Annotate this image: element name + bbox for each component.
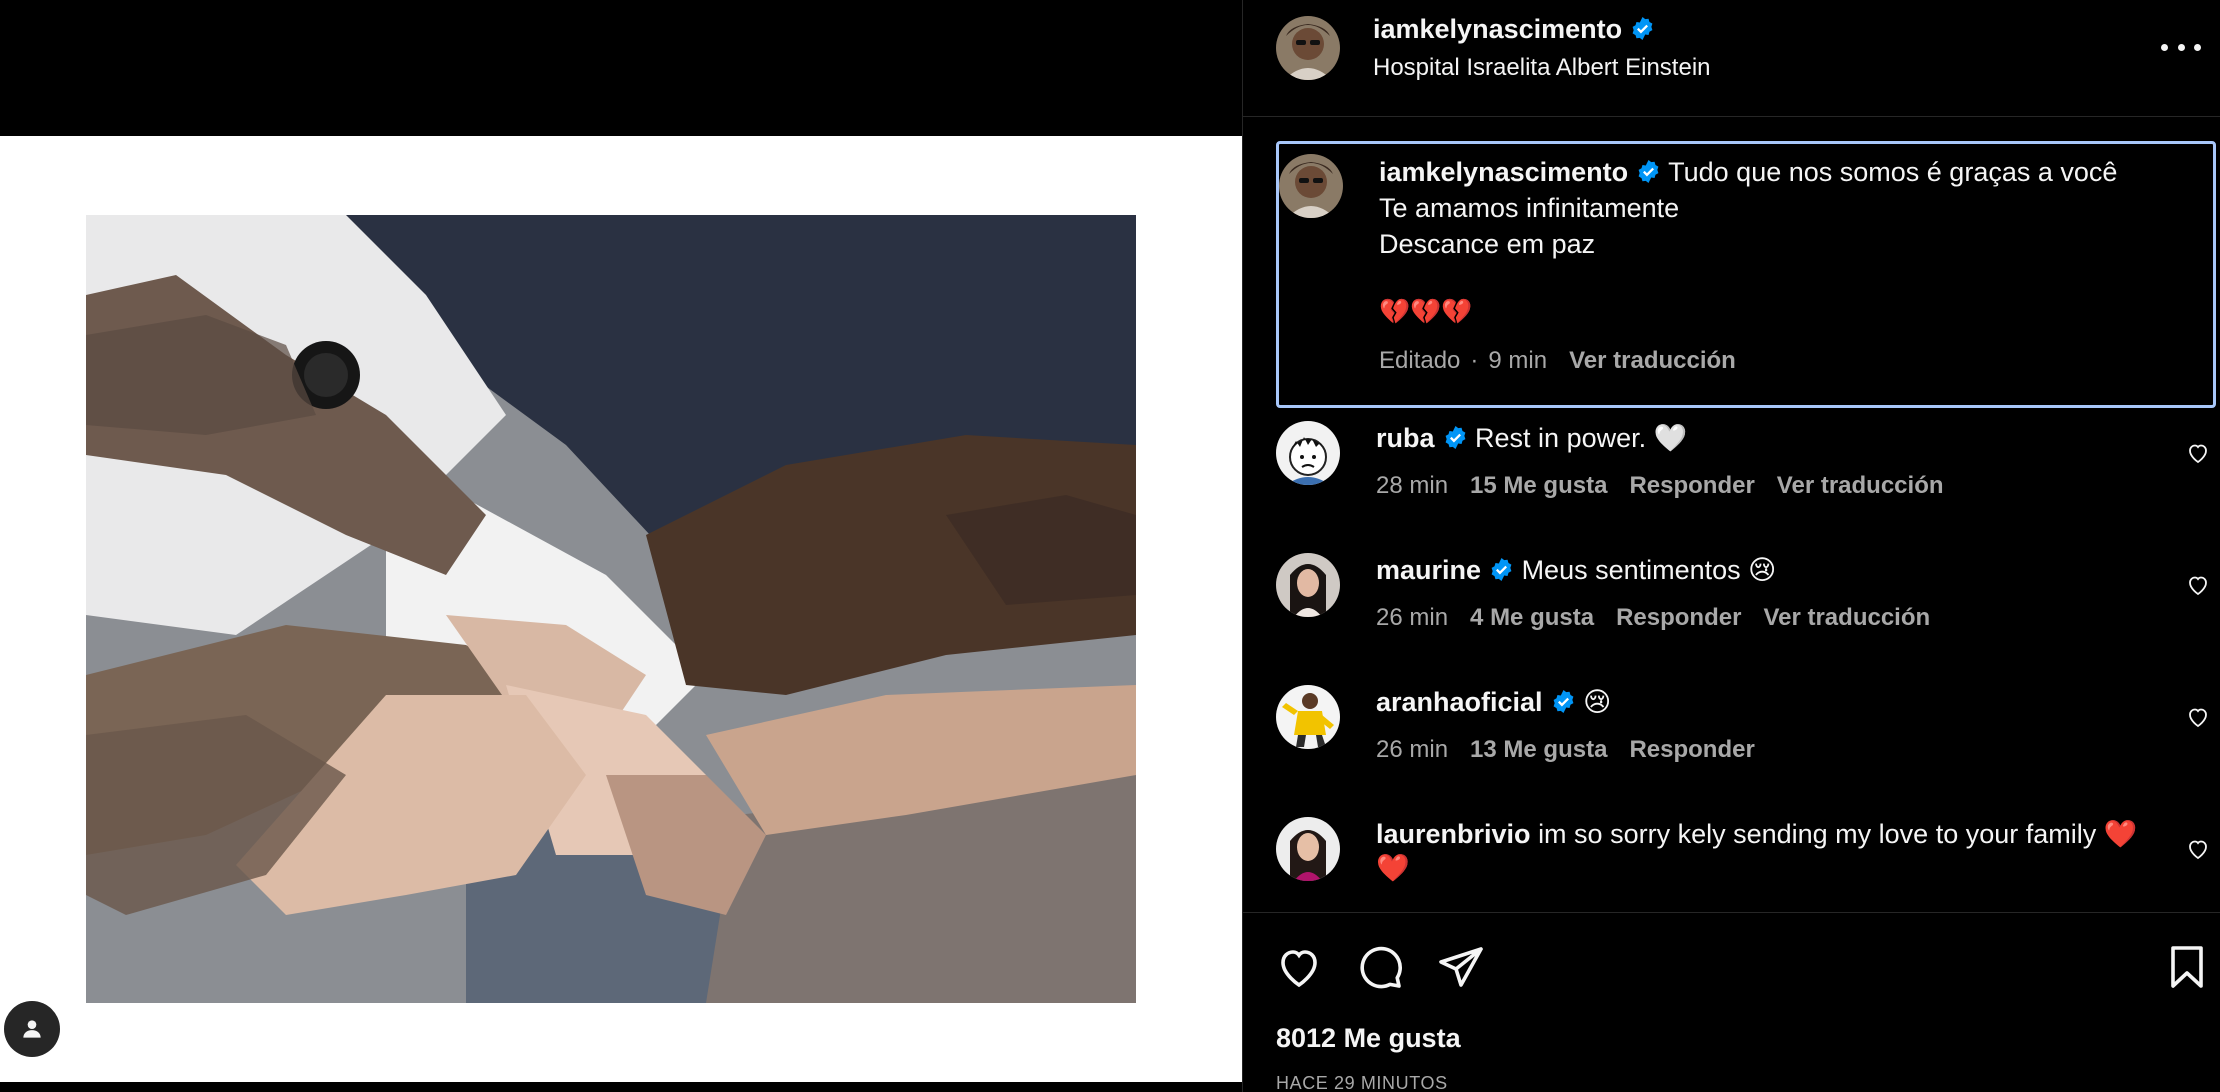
comment-meta: 28 min 15 Me gusta Responder Ver traducción bbox=[1376, 472, 1944, 500]
comment-username[interactable]: maurine bbox=[1376, 555, 1481, 585]
heart-outline-icon bbox=[2189, 576, 2207, 596]
comment-meta: 26 min 13 Me gusta Responder bbox=[1376, 736, 1755, 764]
comment-text: ruba Rest in power. 🤍 bbox=[1376, 421, 2166, 455]
post-photo[interactable] bbox=[86, 215, 1136, 1003]
verified-badge-icon bbox=[1632, 17, 1653, 40]
translate-button[interactable]: Ver traducción bbox=[1777, 472, 1944, 499]
heart-outline-icon bbox=[2189, 840, 2207, 860]
reply-button[interactable]: Responder bbox=[1616, 604, 1741, 631]
comment-avatar[interactable] bbox=[1276, 685, 1340, 749]
person-icon bbox=[23, 1020, 41, 1038]
more-options-button[interactable] bbox=[2161, 30, 2201, 64]
tagged-users-button[interactable] bbox=[4, 1001, 60, 1057]
edited-label: Editado bbox=[1379, 347, 1461, 374]
more-dot-icon bbox=[2161, 43, 2168, 51]
reply-button[interactable]: Responder bbox=[1629, 736, 1754, 763]
comment-like-button[interactable] bbox=[2186, 573, 2210, 597]
save-button[interactable] bbox=[2163, 943, 2211, 991]
comment-avatar[interactable] bbox=[1276, 421, 1340, 485]
heart-icon bbox=[1281, 950, 1317, 988]
verified-badge-icon bbox=[1553, 690, 1573, 713]
comment-likes[interactable]: 4 Me gusta bbox=[1470, 604, 1594, 631]
comment-body: Meus sentimentos 😢 bbox=[1521, 555, 1777, 585]
caption: iamkelynascimento Tudo que nos somos é g… bbox=[1276, 141, 2216, 408]
comment-username[interactable]: laurenbrivio bbox=[1376, 819, 1531, 849]
comment-likes[interactable]: 15 Me gusta bbox=[1470, 472, 1607, 499]
more-dot-icon bbox=[2194, 43, 2201, 51]
comment-text: laurenbrivio im so sorry kely sending my… bbox=[1376, 817, 2166, 885]
comment-avatar[interactable] bbox=[1276, 553, 1340, 617]
comment-likes[interactable]: 13 Me gusta bbox=[1470, 736, 1607, 763]
verified-badge-icon bbox=[1638, 160, 1659, 183]
share-button[interactable] bbox=[1437, 943, 1485, 991]
more-dot-icon bbox=[2177, 43, 2185, 51]
caption-line: Te amamos infinitamente bbox=[1379, 193, 1680, 223]
translate-button[interactable]: Ver traducción bbox=[1763, 604, 1930, 631]
comment-body: 😢 bbox=[1583, 687, 1612, 717]
translate-button[interactable]: Ver traducción bbox=[1569, 347, 1736, 374]
comment-like-button[interactable] bbox=[2186, 837, 2210, 861]
caption-line: Descance em paz bbox=[1379, 229, 1596, 259]
verified-badge-icon bbox=[1445, 426, 1465, 449]
caption-avatar[interactable] bbox=[1279, 154, 1343, 218]
comment-button[interactable] bbox=[1356, 943, 1404, 991]
post-header: iamkelynascimento Hospital Israelita Alb… bbox=[1243, 0, 2220, 117]
comment-like-button[interactable] bbox=[2186, 705, 2210, 729]
caption-line: Tudo que nos somos é graças a você bbox=[1668, 157, 2118, 187]
comment-time[interactable]: 26 min bbox=[1376, 604, 1448, 631]
comment-meta: 26 min 4 Me gusta Responder Ver traducción bbox=[1376, 604, 1930, 632]
caption-username[interactable]: iamkelynascimento bbox=[1379, 157, 1628, 187]
media-pane bbox=[0, 0, 1242, 1092]
comment-bubble-icon bbox=[1360, 946, 1402, 989]
caption-emoji: 💔💔💔 bbox=[1379, 298, 1473, 326]
verified-badge-icon bbox=[1491, 558, 1512, 581]
comment-avatar[interactable] bbox=[1276, 817, 1340, 881]
reply-button[interactable]: Responder bbox=[1629, 472, 1754, 499]
caption-text: iamkelynascimento Tudo que nos somos é g… bbox=[1379, 154, 2199, 262]
likes-count[interactable]: 8012 Me gusta bbox=[1276, 1023, 1461, 1054]
comment-item: aranhaoficial 😢 26 min 13 Me gusta Respond… bbox=[1276, 685, 2216, 805]
heart-outline-icon bbox=[2189, 708, 2207, 728]
comment-time[interactable]: 28 min bbox=[1376, 472, 1448, 499]
author-avatar[interactable] bbox=[1276, 16, 1340, 80]
post-location[interactable]: Hospital Israelita Albert Einstein bbox=[1373, 54, 1711, 82]
comment-text: aranhaoficial 😢 bbox=[1376, 685, 2166, 719]
comment-item: maurine Meus sentimentos 😢 26 min 4 Me gu… bbox=[1276, 553, 2216, 673]
comment-item: ruba Rest in power. 🤍 28 min 15 Me gusta R… bbox=[1276, 421, 2216, 541]
comment-username[interactable]: aranhaoficial bbox=[1376, 687, 1543, 717]
post-time[interactable]: HACE 29 MINUTOS bbox=[1276, 1073, 1448, 1092]
comment-like-button[interactable] bbox=[2186, 441, 2210, 465]
comment-body: Rest in power. 🤍 bbox=[1475, 423, 1688, 453]
caption-meta: Editado · 9 min Ver traducción bbox=[1379, 347, 1736, 374]
bookmark-icon bbox=[2171, 946, 2203, 988]
comment-username[interactable]: ruba bbox=[1376, 423, 1435, 453]
post-actions: 8012 Me gusta HACE 29 MINUTOS bbox=[1243, 912, 2220, 1092]
comment-text: maurine Meus sentimentos 😢 bbox=[1376, 553, 2166, 587]
heart-outline-icon bbox=[2189, 444, 2207, 464]
paper-plane-icon bbox=[1439, 947, 1483, 987]
caption-time[interactable]: 9 min bbox=[1488, 347, 1547, 374]
author-username[interactable]: iamkelynascimento bbox=[1373, 14, 1655, 45]
like-button[interactable] bbox=[1275, 943, 1323, 991]
comment-item: laurenbrivio im so sorry kely sending my… bbox=[1276, 817, 2216, 907]
comment-time[interactable]: 26 min bbox=[1376, 736, 1448, 763]
post-side-panel: iamkelynascimento Hospital Israelita Alb… bbox=[1242, 0, 2220, 1092]
post-photo-illustration bbox=[86, 215, 1136, 1003]
